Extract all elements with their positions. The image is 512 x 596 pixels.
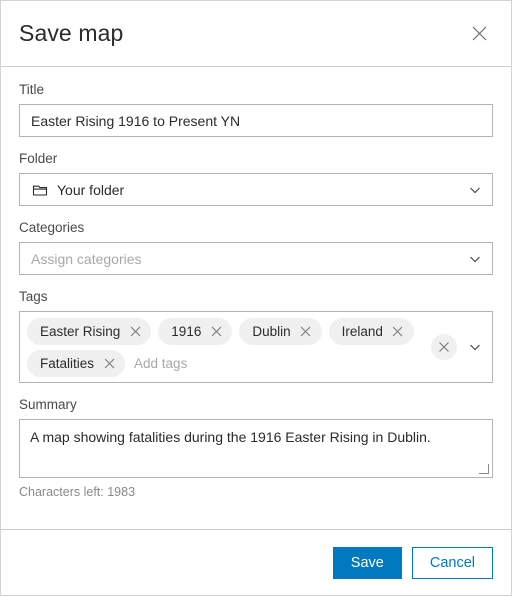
categories-placeholder: Assign categories <box>31 250 142 267</box>
dialog-footer: Save Cancel <box>1 529 511 595</box>
tag-label: Ireland <box>341 323 383 339</box>
page-title: Save map <box>19 20 124 46</box>
close-dialog-button[interactable] <box>463 18 495 50</box>
summary-label: Summary <box>19 397 77 412</box>
categories-select[interactable]: Assign categories <box>19 242 493 275</box>
summary-textarea[interactable] <box>19 419 493 478</box>
title-label: Title <box>19 82 45 97</box>
chevron-down-icon <box>466 250 484 268</box>
tag-remove-button[interactable] <box>388 321 408 341</box>
cancel-button[interactable]: Cancel <box>411 546 493 579</box>
tag-chip[interactable]: Dublin <box>239 317 322 345</box>
tag-remove-button[interactable] <box>125 321 145 341</box>
add-tags-input[interactable] <box>132 350 427 376</box>
tag-chip[interactable]: 1916 <box>158 317 233 345</box>
tag-chip[interactable]: Easter Rising <box>27 317 152 345</box>
tags-control[interactable]: Easter Rising 1916 Dublin Ireland Fatali… <box>19 311 493 383</box>
summary-wrapper <box>19 419 493 478</box>
dialog-header: Save map <box>1 1 511 67</box>
close-icon <box>471 25 488 42</box>
folder-field-group: Folder Your folder <box>19 150 493 206</box>
folder-select[interactable]: Your folder <box>19 173 493 206</box>
tag-label: Easter Rising <box>40 323 121 339</box>
folder-value: Your folder <box>57 181 125 198</box>
save-map-dialog: Save map Title Folder <box>0 0 512 596</box>
tag-remove-button[interactable] <box>99 353 119 373</box>
folder-label: Folder <box>19 151 58 166</box>
categories-label: Categories <box>19 220 85 235</box>
tag-chip[interactable]: Ireland <box>328 317 414 345</box>
tags-list: Easter Rising 1916 Dublin Ireland Fatali… <box>27 317 427 377</box>
chevron-down-icon <box>466 181 484 199</box>
dialog-body: Title Folder Your folder <box>1 67 511 529</box>
tag-label: Fatalities <box>40 355 95 371</box>
tags-label: Tags <box>19 289 48 304</box>
folder-icon <box>31 181 48 198</box>
characters-left-text: Characters left: 1983 <box>19 485 136 499</box>
tag-label: Dublin <box>252 323 291 339</box>
title-input[interactable] <box>19 104 493 137</box>
tag-chip[interactable]: Fatalities <box>27 349 126 377</box>
tag-remove-button[interactable] <box>206 321 226 341</box>
categories-field-group: Categories Assign categories <box>19 219 493 275</box>
tags-field-group: Tags Easter Rising 1916 Dublin Ireland F… <box>19 288 493 383</box>
summary-field-group: Summary Characters left: 1983 <box>19 396 493 499</box>
tag-label: 1916 <box>171 323 202 339</box>
clear-tags-button[interactable] <box>431 334 457 360</box>
title-field-group: Title <box>19 81 493 137</box>
tags-actions <box>427 334 488 360</box>
tags-chevron-down-icon[interactable] <box>462 334 488 360</box>
tag-remove-button[interactable] <box>296 321 316 341</box>
save-button[interactable]: Save <box>332 546 402 579</box>
